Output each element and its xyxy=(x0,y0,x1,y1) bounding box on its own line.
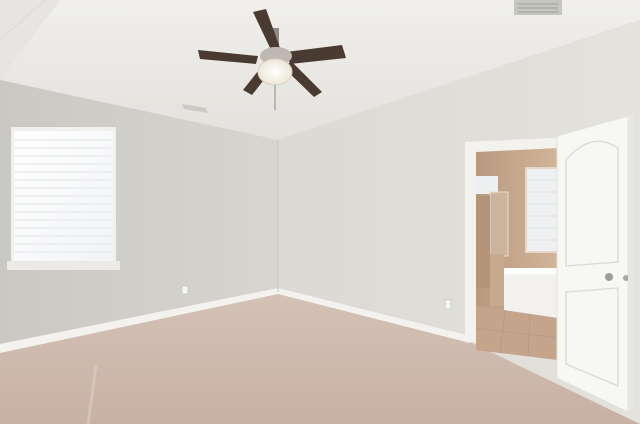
air-vent-icon xyxy=(514,0,562,15)
door-edge xyxy=(628,114,634,412)
bathtub-rim xyxy=(504,268,558,274)
outlet-icon xyxy=(181,285,189,295)
bathtub xyxy=(504,270,558,318)
window xyxy=(7,127,120,270)
bathroom-door[interactable] xyxy=(556,114,634,413)
bathroom-window xyxy=(525,167,559,253)
shower-window xyxy=(476,176,498,194)
tub-surround xyxy=(490,254,504,306)
fan-light-globe xyxy=(257,58,293,86)
outlet-icon xyxy=(444,299,452,310)
bathroom-doorway xyxy=(465,137,572,360)
window-blinds-icon xyxy=(14,131,113,263)
room-illustration xyxy=(0,0,640,424)
shower-wall xyxy=(476,196,490,288)
shower-glass xyxy=(489,191,509,257)
empty-bedroom-photo xyxy=(0,0,640,424)
window-sill xyxy=(7,261,120,270)
door-knob-icon[interactable] xyxy=(605,273,613,281)
